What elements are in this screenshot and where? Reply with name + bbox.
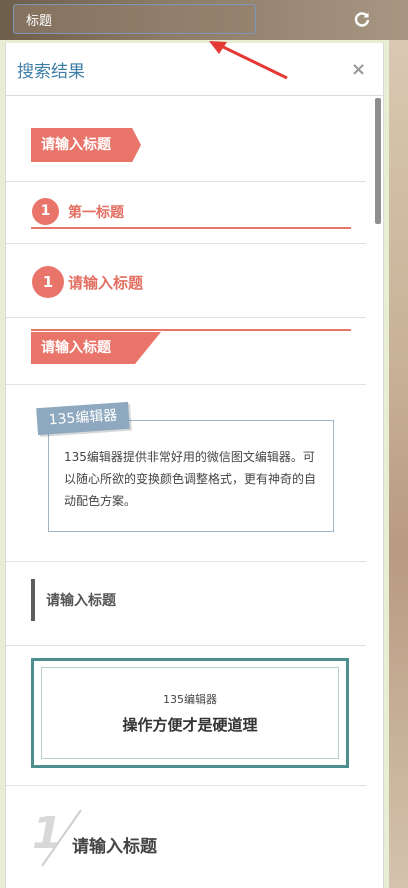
framed-card-inner: 135编辑器 操作方便才是硬道理 — [41, 667, 339, 759]
card-subtitle: 135编辑器 — [163, 693, 217, 706]
top-rule — [31, 329, 351, 331]
box-body-text: 135编辑器提供非常好用的微信图文编辑器。可以随心所欲的变换颜色调整格式，更有神… — [64, 450, 317, 508]
result-item-1[interactable]: 请输入标题 — [6, 96, 366, 182]
title-text: 请输入标题 — [46, 593, 116, 609]
result-item-2[interactable] — [6, 181, 366, 244]
left-bar — [31, 579, 35, 621]
title-text: 第一标题 — [68, 205, 124, 221]
underline-divider — [31, 227, 351, 229]
top-bar — [0, 0, 408, 40]
refresh-icon[interactable] — [353, 10, 371, 28]
panel-title: 搜索结果 — [17, 62, 85, 82]
number-badge: 1 — [32, 198, 59, 225]
panel-header: 搜索结果 × — [6, 43, 383, 96]
title-text: 请输入标题 — [68, 274, 144, 292]
search-results-panel: 搜索结果 × 请输入标题 1 第一标题 1 请输入标题 请输入标题 135编辑器… — [5, 43, 384, 888]
results-list: 请输入标题 1 第一标题 1 请输入标题 请输入标题 135编辑器 135编辑器… — [6, 96, 383, 888]
title-text: 请输入标题 — [72, 837, 157, 857]
search-input[interactable] — [13, 4, 256, 34]
title-style-arrow: 请输入标题 — [31, 128, 141, 162]
background-strip — [389, 40, 408, 888]
close-icon[interactable]: × — [351, 59, 366, 80]
card-title: 操作方便才是硬道理 — [122, 716, 258, 734]
framed-card: 135编辑器 操作方便才是硬道理 — [31, 658, 349, 768]
number-badge: 1 — [32, 266, 64, 298]
